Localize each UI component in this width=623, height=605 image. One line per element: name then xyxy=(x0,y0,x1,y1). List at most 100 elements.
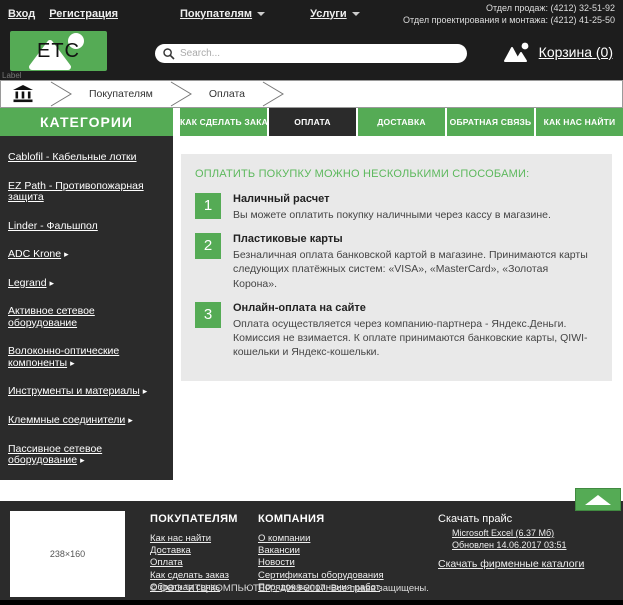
sidebar-item-terminal-connectors[interactable]: Клеммные соединители ▸ xyxy=(8,414,163,427)
sidebar-item-label: Активное сетевое оборудование xyxy=(8,305,95,329)
page: Вход Регистрация Покупателям Услуги Отде… xyxy=(0,0,623,605)
sidebar-item-fiber-optic[interactable]: Волоконно-оптические компоненты ▸ xyxy=(8,346,163,369)
sidebar-item-legrand[interactable]: Legrand ▸ xyxy=(8,276,163,290)
logo[interactable]: ETC xyxy=(10,31,107,71)
footer-column-title: КОМПАНИЯ xyxy=(258,513,325,525)
submenu-arrow-icon: ▸ xyxy=(49,277,55,288)
home-bank-icon xyxy=(13,85,33,103)
cart: Корзина (0) xyxy=(503,42,613,62)
categories-list: Cablofil - Кабельные лотки EZ Path - Про… xyxy=(0,136,173,480)
method-body: Онлайн-оплата на сайте Оплата осуществля… xyxy=(233,302,592,360)
search-icon xyxy=(163,47,175,60)
auth-links: Вход Регистрация xyxy=(8,8,118,20)
contact-phones: Отдел продаж: (4212) 32-51-92 Отдел прое… xyxy=(403,2,615,26)
method-body: Пластиковые карты Безналичная оплата бан… xyxy=(233,233,592,291)
footer-link-payment[interactable]: Оплата xyxy=(150,557,238,569)
tab-feedback[interactable]: ОБРАТНАЯ СВЯЗЬ xyxy=(447,108,534,136)
sidebar-item-label: ADC Krone xyxy=(8,248,62,261)
download-price-links: Microsoft Excel (6.37 Мб) Обновлен 14.06… xyxy=(438,528,584,551)
chevron-right-icon xyxy=(50,81,72,107)
arrow-up-icon xyxy=(585,494,611,505)
menu-buyers[interactable]: Покупателям xyxy=(180,7,266,20)
method-text: Вы можете оплатить покупку наличными чер… xyxy=(233,209,551,221)
method-body: Наличный расчет Вы можете оплатить покуп… xyxy=(233,193,551,222)
method-title: Наличный расчет xyxy=(233,193,330,205)
sidebar-item-label: Пассивное сетевое оборудование xyxy=(8,442,103,467)
sidebar-item-label: Legrand xyxy=(8,276,47,289)
footer-downloads: Скачать прайс Microsoft Excel (6.37 Мб) … xyxy=(438,513,584,570)
submenu-arrow-icon: ▸ xyxy=(64,249,69,260)
design-phone: Отдел проектирования и монтажа: (4212) 4… xyxy=(403,14,615,25)
sidebar-item-label: Волоконно-оптические компоненты xyxy=(8,345,120,369)
sidebar-item-tools[interactable]: Инструменты и материалы ▸ xyxy=(8,386,163,398)
method-text: Оплата осуществляется через компанию-пар… xyxy=(233,317,588,359)
sales-phone: Отдел продаж: (4212) 32-51-92 xyxy=(485,2,615,13)
footer-link-about[interactable]: О компании xyxy=(258,533,384,545)
categories-title: КАТЕГОРИИ xyxy=(0,108,173,136)
footer-link-find-us[interactable]: Как нас найти xyxy=(150,533,238,545)
payment-method-online: 3 Онлайн-оплата на сайте Оплата осуществ… xyxy=(195,301,592,360)
submenu-arrow-icon: ▸ xyxy=(142,386,148,397)
categories-sidebar: КАТЕГОРИИ Cablofil - Кабельные лотки EZ … xyxy=(0,108,173,480)
tab-how-to-order[interactable]: КАК СДЕЛАТЬ ЗАКАЗ xyxy=(180,108,267,136)
sidebar-item-cablofil[interactable]: Cablofil - Кабельные лотки xyxy=(8,151,163,164)
sidebar-item-adc-krone[interactable]: ADC Krone ▸ xyxy=(8,248,163,261)
site-header: ETC Label Корзина (0) xyxy=(0,27,623,80)
footer-link-certificates[interactable]: Сертификаты оборудования xyxy=(258,570,384,582)
search-input[interactable] xyxy=(180,48,459,59)
site-footer: 238×160 ПОКУПАТЕЛЯМ Как нас найти Достав… xyxy=(0,501,623,600)
footer-column-buyers: ПОКУПАТЕЛЯМ Как нас найти Доставка Оплат… xyxy=(150,513,238,594)
menu-buyers-label: Покупателям xyxy=(180,7,253,20)
submenu-arrow-icon: ▸ xyxy=(70,357,75,368)
breadcrumb-item-buyers[interactable]: Покупателям xyxy=(75,88,167,100)
main-area: КАТЕГОРИИ Cablofil - Кабельные лотки EZ … xyxy=(0,108,623,501)
chevron-right-icon xyxy=(262,81,284,107)
method-number-badge: 3 xyxy=(195,301,221,328)
sidebar-item-linder[interactable]: Linder - Фальшпол xyxy=(8,220,163,233)
sidebar-item-label: EZ Path - Противопожарная защита xyxy=(8,179,144,204)
cart-link[interactable]: Корзина (0) xyxy=(539,44,613,60)
breadcrumb-home-link[interactable] xyxy=(1,85,47,103)
cart-image-icon xyxy=(503,42,529,62)
download-catalogs-link[interactable]: Скачать фирменные каталоги xyxy=(438,558,584,570)
payment-method-cash: 1 Наличный расчет Вы можете оплатить пок… xyxy=(195,193,592,222)
register-link[interactable]: Регистрация xyxy=(49,8,118,20)
download-excel-link[interactable]: Microsoft Excel (6.37 Мб) xyxy=(452,528,584,540)
download-price-title: Скачать прайс xyxy=(438,513,513,525)
footer-bottom-strip xyxy=(0,600,623,605)
method-text: Безналичная оплата банковской картой в м… xyxy=(233,249,588,290)
sidebar-item-active-network[interactable]: Активное сетевое оборудование xyxy=(8,306,163,329)
content-column: КАК СДЕЛАТЬ ЗАКАЗ ОПЛАТА ДОСТАВКА ОБРАТН… xyxy=(180,108,623,382)
method-title: Онлайн-оплата на сайте xyxy=(233,301,366,314)
breadcrumb-item-current: Оплата xyxy=(208,88,245,100)
sidebar-item-label: Инструменты и материалы xyxy=(8,385,140,398)
method-title: Пластиковые карты xyxy=(233,233,343,246)
payment-heading: ОПЛАТИТЬ ПОКУПКУ МОЖНО НЕСКОЛЬКИМИ СПОСО… xyxy=(195,168,530,180)
footer-link-how-to-order[interactable]: Как сделать заказ xyxy=(150,570,238,582)
submenu-arrow-icon: ▸ xyxy=(80,455,85,466)
caret-down-icon xyxy=(257,11,266,16)
payment-method-cards: 2 Пластиковые карты Безналичная оплата б… xyxy=(195,233,592,291)
tab-find-us[interactable]: КАК НАС НАЙТИ xyxy=(536,108,623,136)
menu-services-label: Услуги xyxy=(310,7,347,20)
tab-payment[interactable]: ОПЛАТА xyxy=(269,108,356,136)
footer-link-delivery[interactable]: Доставка xyxy=(150,545,238,557)
login-link[interactable]: Вход xyxy=(8,8,35,20)
footer-image-placeholder: 238×160 xyxy=(10,511,125,597)
search-bar xyxy=(155,44,467,63)
submenu-arrow-icon: ▸ xyxy=(128,415,133,426)
footer-link-news[interactable]: Новости xyxy=(258,557,384,569)
breadcrumb: Покупателям Оплата xyxy=(0,80,623,108)
logo-alt-label: Label xyxy=(2,71,22,80)
footer-column-title: ПОКУПАТЕЛЯМ xyxy=(150,513,238,525)
footer-link-vacancies[interactable]: Вакансии xyxy=(258,545,384,557)
sidebar-item-passive-network[interactable]: Пассивное сетевое оборудование ▸ xyxy=(8,442,163,467)
download-updated-link[interactable]: Обновлен 14.06.2017 03:51 xyxy=(452,540,584,552)
sidebar-item-ezpath[interactable]: EZ Path - Противопожарная защита xyxy=(8,179,163,204)
copyright-text: © ООО "ИТЦ КОМПЬЮТЕР", 1998-2017. Все пр… xyxy=(150,583,429,594)
method-number-badge: 2 xyxy=(195,233,221,260)
top-menus: Покупателям Услуги xyxy=(180,8,360,20)
tab-delivery[interactable]: ДОСТАВКА xyxy=(358,108,445,136)
menu-services[interactable]: Услуги xyxy=(310,8,360,20)
scroll-to-top-button[interactable] xyxy=(575,488,621,511)
